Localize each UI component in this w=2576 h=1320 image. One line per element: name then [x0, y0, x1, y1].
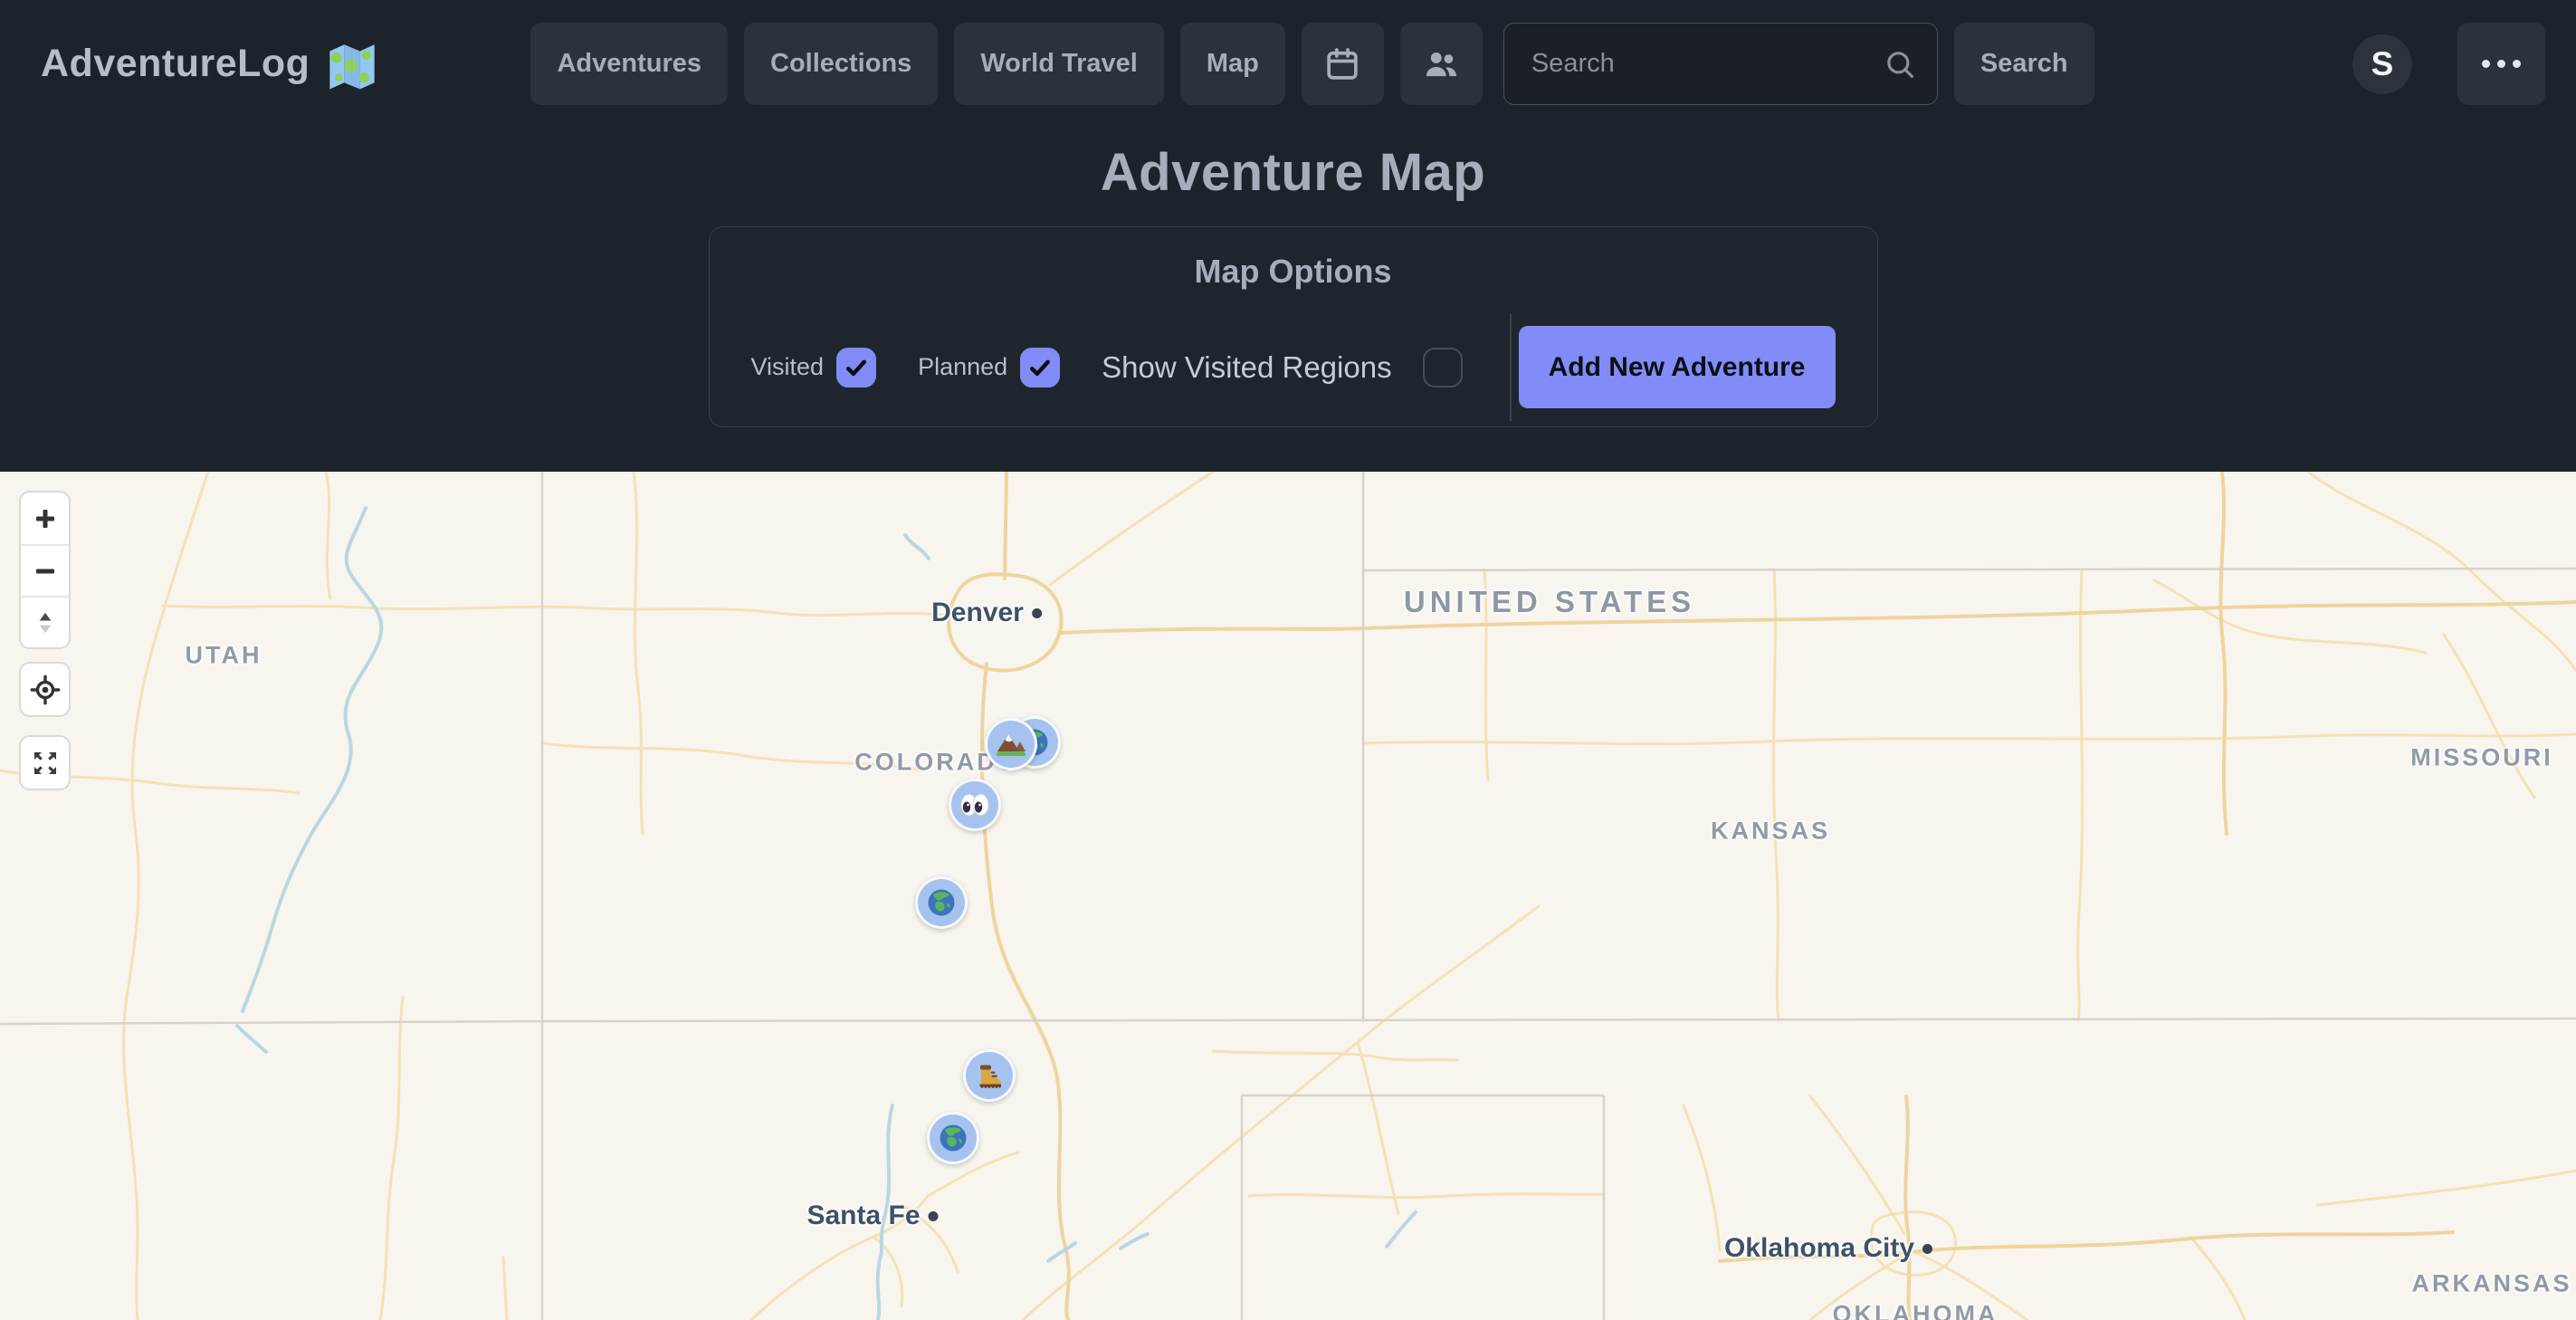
app-logo-text: AdventureLog [41, 42, 310, 86]
avatar[interactable]: S [2352, 34, 2412, 94]
map-geolocate-control [19, 662, 71, 717]
map-options-title: Map Options [751, 253, 1836, 291]
map-options-toggles: Visited Planned Show Visited Regions [751, 348, 1463, 387]
options-divider [1510, 314, 1512, 421]
nav-map-button[interactable]: Map [1180, 23, 1285, 105]
visited-checkbox[interactable] [836, 348, 876, 387]
adventure-marker-eyes[interactable] [949, 779, 1001, 831]
overflow-menu-button[interactable] [2457, 23, 2545, 105]
map-state-label: MISSOURI [2410, 744, 2553, 772]
geolocate-button[interactable] [21, 664, 69, 715]
adventure-marker-mountain[interactable] [985, 718, 1037, 770]
adventure-marker-boot[interactable] [963, 1049, 1016, 1102]
map-logo-icon [326, 38, 378, 91]
city-dot [1032, 608, 1042, 618]
show-visited-regions-toggle[interactable]: Show Visited Regions [1102, 348, 1462, 387]
calendar-icon [1323, 45, 1361, 83]
globe-icon [925, 886, 958, 919]
calendar-button[interactable] [1302, 23, 1384, 105]
zoom-out-button[interactable] [21, 544, 69, 596]
show-visited-regions-checkbox[interactable] [1423, 348, 1463, 387]
map-state-label: UTAH [186, 642, 262, 670]
planned-toggle-label: Planned [918, 353, 1007, 381]
app-header: AdventureLog Adventures Collections Worl… [0, 0, 2576, 472]
map-state-label: ARKANSAS [2411, 1270, 2571, 1298]
map-state-label: KANSAS [1711, 818, 1830, 846]
adventure-marker-globe[interactable] [927, 1112, 979, 1164]
nav-collections-button[interactable]: Collections [744, 23, 938, 105]
show-visited-regions-label: Show Visited Regions [1102, 350, 1391, 385]
city-label-text: Denver [931, 598, 1024, 628]
nav-buttons: Adventures Collections World Travel Map [530, 23, 2094, 105]
mountain-icon [995, 728, 1027, 760]
search-icon [1882, 46, 1918, 82]
zoom-in-button[interactable] [21, 493, 69, 544]
map-city-label: Santa Fe [806, 1200, 938, 1231]
map-city-label: Oklahoma City [1724, 1233, 1932, 1264]
city-dot [929, 1211, 939, 1221]
search-input[interactable] [1503, 23, 1938, 105]
pitch-toggle-button[interactable] [21, 596, 69, 647]
map-overlays: UNITED STATESUTAHCOLORADOKANSASMISSOURIO… [0, 472, 2576, 1320]
search-box [1503, 23, 1938, 105]
map-options-row: Visited Planned Show Visited Regions [751, 314, 1836, 421]
globe-icon [937, 1122, 969, 1154]
ellipsis-icon [2482, 60, 2521, 68]
fullscreen-button[interactable] [21, 737, 69, 789]
nav-world-travel-button[interactable]: World Travel [954, 23, 1164, 105]
city-label-text: Oklahoma City [1724, 1233, 1914, 1264]
app-logo[interactable]: AdventureLog [41, 38, 378, 91]
avatar-initial: S [2371, 45, 2394, 83]
eyes-icon [959, 789, 991, 821]
city-label-text: Santa Fe [806, 1200, 920, 1231]
city-dot [1922, 1244, 1932, 1254]
planned-checkbox[interactable] [1020, 348, 1060, 387]
search-button[interactable]: Search [1954, 23, 2094, 105]
nav-right: S [2352, 23, 2545, 105]
adventure-marker-globe[interactable] [915, 876, 968, 929]
users-button[interactable] [1400, 23, 1483, 105]
map-options-card: Map Options Visited Planned Show Visited… [709, 226, 1878, 427]
map-state-label: UNITED STATES [1404, 585, 1695, 619]
nav-adventures-button[interactable]: Adventures [530, 23, 728, 105]
navbar: AdventureLog Adventures Collections Worl… [41, 23, 2545, 105]
map-zoom-controls [19, 491, 71, 649]
visited-toggle[interactable]: Visited [751, 348, 877, 387]
adventure-map[interactable]: UNITED STATESUTAHCOLORADOKANSASMISSOURIO… [0, 472, 2576, 1320]
map-state-label: OKLAHOMA [1833, 1301, 1999, 1320]
planned-toggle[interactable]: Planned [918, 348, 1060, 387]
users-icon [1422, 45, 1460, 83]
map-city-label: Denver [931, 598, 1042, 628]
visited-toggle-label: Visited [751, 353, 825, 381]
page-title: Adventure Map [41, 141, 2545, 205]
boot-icon [973, 1059, 1006, 1092]
map-fullscreen-control [19, 735, 71, 790]
add-new-adventure-button[interactable]: Add New Adventure [1519, 326, 1836, 408]
